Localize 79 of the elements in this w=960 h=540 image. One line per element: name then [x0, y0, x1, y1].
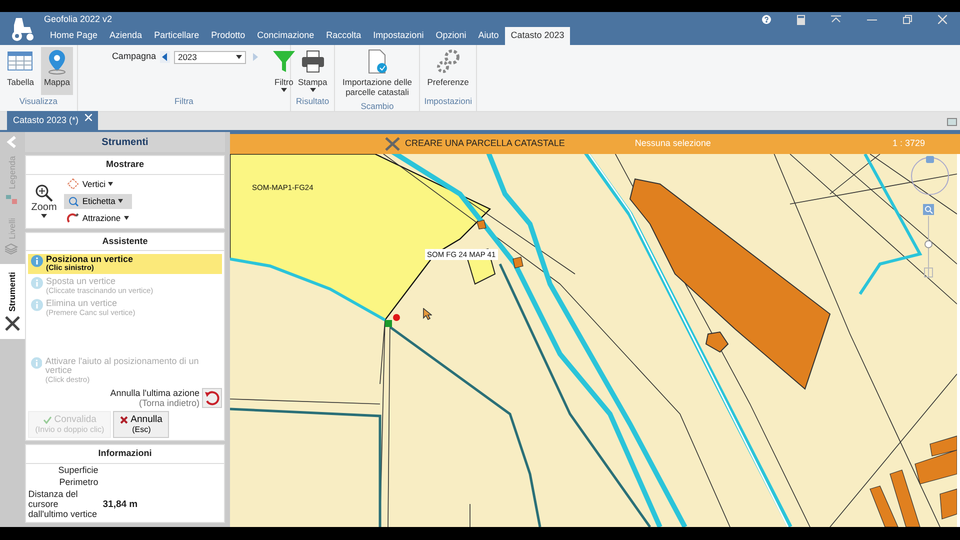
menu-tab[interactable]: Aiuto: [472, 27, 505, 45]
printer-icon: [300, 49, 326, 75]
caret-icon: [41, 214, 48, 218]
tool-dropdown[interactable]: Vertici: [64, 176, 132, 192]
document-tab[interactable]: Catasto 2023 (*): [7, 110, 98, 130]
zoom-button[interactable]: Zoom: [28, 182, 60, 220]
info-label: Perimetro: [58, 478, 98, 488]
collapse-ribbon-icon[interactable]: [831, 15, 841, 23]
group-label: Impostazioni: [424, 95, 472, 108]
year-select[interactable]: 2023: [174, 50, 246, 64]
undo-hint: (Torna indietro): [138, 398, 200, 409]
undo-label: Annulla l'ultima azione: [110, 388, 200, 398]
side-tab[interactable]: Strumenti: [0, 264, 25, 340]
restore-icon[interactable]: [903, 15, 912, 24]
tool-dropdown[interactable]: Attrazione: [64, 210, 132, 226]
menu-tab[interactable]: Catasto 2023: [504, 27, 570, 45]
cursor-icon: [423, 308, 432, 320]
info-icon: [31, 254, 43, 266]
magnet-icon: [67, 212, 80, 224]
vertex-icon: [67, 178, 80, 190]
caret-icon: [108, 182, 114, 186]
info-icon: [31, 299, 43, 312]
ribbon-button[interactable]: Preferenze: [424, 47, 472, 96]
info-icon: [31, 276, 43, 289]
check-icon: [42, 416, 52, 424]
tools-icon: [5, 316, 20, 332]
view-button[interactable]: Tabella: [4, 47, 37, 96]
view-button[interactable]: Mappa: [40, 47, 73, 96]
group-label: Filtra: [173, 95, 194, 108]
funnel-icon: [270, 49, 297, 75]
menu-tab[interactable]: Azienda: [104, 27, 148, 45]
group-label: Visualizza: [18, 95, 59, 108]
menu-tab[interactable]: Impostazioni: [367, 27, 430, 45]
panel-icon[interactable]: [947, 116, 957, 126]
slider-thumb[interactable]: [924, 240, 932, 248]
help-icon[interactable]: [762, 15, 771, 24]
map-scale: 1 : 3729: [892, 137, 925, 150]
close-icon[interactable]: [938, 15, 947, 24]
compass-icon[interactable]: [910, 156, 950, 196]
menu-tab[interactable]: Opzioni: [430, 27, 472, 45]
selection-status: Nessuna selezione: [634, 137, 711, 150]
info-label: Superficie: [57, 466, 98, 476]
caret-icon: [118, 199, 124, 204]
tool-dropdown[interactable]: Etichetta: [64, 194, 132, 208]
info-value: 31,84 m: [102, 498, 138, 512]
group-label: Scambio: [360, 100, 395, 113]
label-search-icon: [67, 195, 80, 208]
caret-icon: [280, 88, 287, 92]
section-title: Assistente: [26, 232, 224, 252]
panel-title: Strumenti: [25, 132, 225, 152]
cancel-button[interactable]: Annulla (Esc): [113, 410, 170, 438]
menu-tab[interactable]: Prodotto: [205, 27, 252, 45]
vertex-point-icon: [393, 314, 400, 321]
gears-icon: [435, 49, 462, 75]
menu-tab[interactable]: Home Page: [44, 27, 104, 45]
menu-tab[interactable]: Raccolta: [320, 27, 368, 45]
group-label: Risultato: [295, 95, 330, 108]
calculator-icon[interactable]: [797, 15, 805, 25]
vertex-square-icon: [385, 320, 392, 327]
section-title: Informazioni: [26, 445, 224, 464]
ribbon-button[interactable]: Importazione delle parcelle catastali: [339, 47, 416, 100]
menu-tab[interactable]: Particellare: [148, 27, 206, 45]
previous-button[interactable]: [160, 51, 170, 63]
info-label: Distanza del cursore dall'ultimo vertice: [28, 490, 98, 520]
field-label: Campagna: [112, 50, 156, 64]
caret-icon: [310, 88, 316, 92]
undo-button[interactable]: [202, 388, 222, 408]
cross-icon: [120, 416, 128, 424]
section-title: Mostrare: [26, 156, 224, 174]
tools-icon: [385, 137, 401, 151]
caret-icon: [236, 55, 242, 59]
zoom-in-icon[interactable]: [923, 204, 934, 215]
info-icon: [31, 356, 42, 369]
tool-title: CREARE UNA PARCELLA CATASTALE: [405, 137, 565, 150]
menu-tab[interactable]: Concimazione: [251, 27, 320, 45]
app-title: Geofolia 2022 v2: [44, 13, 114, 25]
zoom-icon: [35, 184, 54, 202]
zoom-slider[interactable]: [923, 216, 934, 278]
caret-icon: [124, 216, 129, 220]
